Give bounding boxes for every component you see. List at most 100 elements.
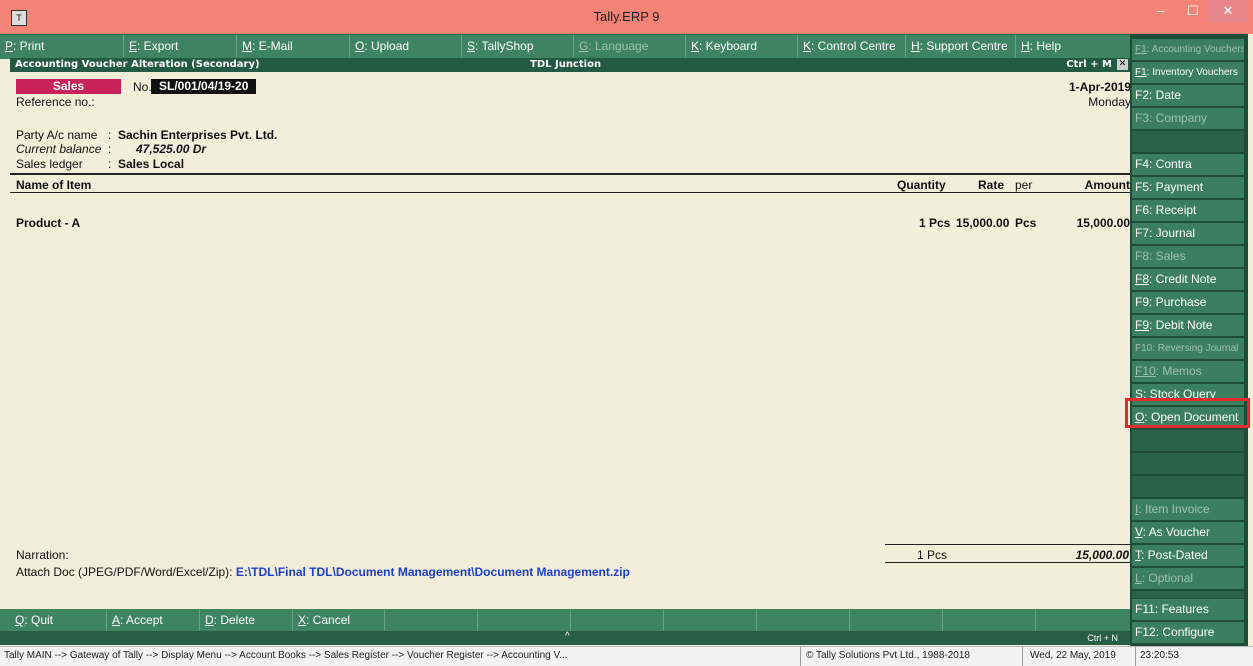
sales-button[interactable]: F8: Sales (1132, 246, 1244, 267)
voucher-day: Monday (1088, 95, 1131, 109)
sales-label: : Sales (1149, 249, 1186, 263)
memos-label: : Memos (1155, 364, 1202, 378)
item-amount[interactable]: 15,000.00 (1077, 216, 1130, 230)
column-divider (10, 192, 1130, 193)
receipt-key: F6 (1135, 203, 1150, 217)
journal-label: : Journal (1149, 226, 1196, 240)
item-invoice-label: : Item Invoice (1138, 502, 1210, 516)
ctrl-m-shortcut: Ctrl + M (1066, 59, 1112, 70)
cancel-key: X (298, 613, 307, 627)
attach-doc-label: Attach Doc (JPEG/PDF/Word/Excel/Zip): (16, 565, 233, 579)
empty-button-slot (1132, 476, 1244, 497)
status-divider (800, 647, 801, 666)
close-screen-icon[interactable]: ✕ (1117, 59, 1128, 70)
as-voucher-button[interactable]: V: As Voucher (1132, 522, 1244, 543)
open-document-highlight (1125, 398, 1250, 428)
sales-ledger-label: Sales ledger (16, 157, 83, 171)
party-field[interactable]: Sachin Enterprises Pvt. Ltd. (118, 128, 277, 142)
features-button[interactable]: F11: Features (1132, 599, 1244, 620)
help-key: H (1021, 39, 1030, 53)
tallyshop-button[interactable]: S: TallyShop (462, 35, 574, 57)
memos-button[interactable]: F10: Memos (1132, 361, 1244, 382)
tdl-junction-label: TDL Junction (530, 59, 602, 70)
tallyshop-label: : TallyShop (475, 39, 534, 53)
control-centre-label: : Control Centre (811, 39, 896, 53)
configure-button[interactable]: F12: Configure (1132, 622, 1244, 643)
current-balance-value: 47,525.00 Dr (136, 142, 207, 156)
language-label: : Language (588, 39, 649, 53)
quit-button[interactable]: Q: Quit (10, 609, 107, 631)
cancel-button[interactable]: X: Cancel (293, 609, 385, 631)
debit-note-button[interactable]: F9: Debit Note (1132, 315, 1244, 336)
voucher-date[interactable]: 1-Apr-2019 (1069, 80, 1131, 94)
col-quantity: Quantity (897, 178, 946, 192)
features-label: : Features (1154, 602, 1209, 616)
empty-button-slot (664, 609, 757, 631)
accounting-vouchers-label: : Accounting Vouchers (1146, 44, 1244, 55)
upload-label: : Upload (364, 39, 410, 53)
narration-label[interactable]: Narration: (16, 548, 69, 562)
print-button[interactable]: P: Print (0, 35, 124, 57)
support-centre-label: : Support Centre (919, 39, 1008, 53)
keyboard-button[interactable]: K: Keyboard (686, 35, 798, 57)
post-dated-label: : Post-Dated (1141, 548, 1208, 562)
item-quantity[interactable]: 1 Pcs (919, 216, 950, 230)
current-balance-label: Current balance (16, 142, 102, 156)
sales-ledger-field[interactable]: Sales Local (118, 157, 184, 171)
purchase-button[interactable]: F9: Purchase (1132, 292, 1244, 313)
balance-separator: : (108, 142, 112, 156)
minimize-icon[interactable]: – (1146, 0, 1176, 22)
date-label: : Date (1149, 88, 1182, 102)
window-title: Tally.ERP 9 (593, 9, 660, 24)
date-button[interactable]: F2: Date (1132, 85, 1244, 106)
optional-button[interactable]: L: Optional (1132, 568, 1244, 589)
col-name-of-item: Name of Item (16, 178, 92, 192)
reversing-journal-button[interactable]: F10: Reversing Journal (1132, 338, 1244, 359)
accounting-vouchers-button[interactable]: F1: Accounting Vouchers (1132, 39, 1244, 60)
delete-button[interactable]: D: Delete (200, 609, 293, 631)
maximize-icon[interactable]: ☐ (1178, 0, 1208, 22)
language-button[interactable]: G: Language (574, 35, 686, 57)
post-dated-button[interactable]: T: Post-Dated (1132, 545, 1244, 566)
support-centre-button[interactable]: H: Support Centre (906, 35, 1016, 57)
email-key: M (242, 39, 252, 53)
export-button[interactable]: E: Export (124, 35, 237, 57)
payment-button[interactable]: F5: Payment (1132, 177, 1244, 198)
voucher-type[interactable]: Sales (16, 79, 121, 94)
voucher-number-field[interactable]: SL/001/04/19-20 (151, 79, 257, 94)
optional-label: : Optional (1141, 571, 1194, 585)
attach-doc-row[interactable]: Attach Doc (JPEG/PDF/Word/Excel/Zip): E:… (16, 565, 630, 579)
debit-note-key: F9 (1135, 318, 1150, 332)
close-icon[interactable]: ✕ (1208, 0, 1248, 22)
inventory-vouchers-button[interactable]: F1: Inventory Vouchers (1132, 62, 1244, 83)
accept-button[interactable]: A: Accept (107, 609, 200, 631)
journal-button[interactable]: F7: Journal (1132, 223, 1244, 244)
attach-doc-path[interactable]: E:\TDL\Final TDL\Document Management\Doc… (236, 565, 630, 579)
item-rate[interactable]: 15,000.00 (956, 216, 1009, 230)
empty-button-slot (850, 609, 943, 631)
status-divider (1135, 647, 1136, 666)
empty-button-slot (1132, 131, 1244, 152)
debit-note-label: : Debit Note (1149, 318, 1213, 332)
reference-no-label[interactable]: Reference no.: (16, 95, 95, 109)
empty-button-slot (1036, 609, 1130, 631)
chevron-up-icon[interactable]: ^ (565, 631, 570, 642)
upload-button[interactable]: O: Upload (350, 35, 462, 57)
help-button[interactable]: H: Help (1016, 35, 1130, 57)
control-centre-key: K (803, 39, 812, 53)
contra-button[interactable]: F4: Contra (1132, 154, 1244, 175)
empty-button-slot (385, 609, 478, 631)
company-button[interactable]: F3: Company (1132, 108, 1244, 129)
delete-key: D (205, 613, 214, 627)
control-centre-button[interactable]: K: Control Centre (798, 35, 906, 57)
item-invoice-button[interactable]: I: Item Invoice (1132, 499, 1244, 520)
item-name[interactable]: Product - A (16, 216, 80, 230)
col-amount: Amount (1084, 178, 1130, 192)
item-per[interactable]: Pcs (1015, 216, 1036, 230)
credit-note-button[interactable]: F8: Credit Note (1132, 269, 1244, 290)
receipt-button[interactable]: F6: Receipt (1132, 200, 1244, 221)
email-button[interactable]: M: E-Mail (237, 35, 350, 57)
status-time: 23:20:53 (1140, 650, 1179, 661)
print-label: : Print (13, 39, 45, 53)
company-label: : Company (1149, 111, 1208, 125)
